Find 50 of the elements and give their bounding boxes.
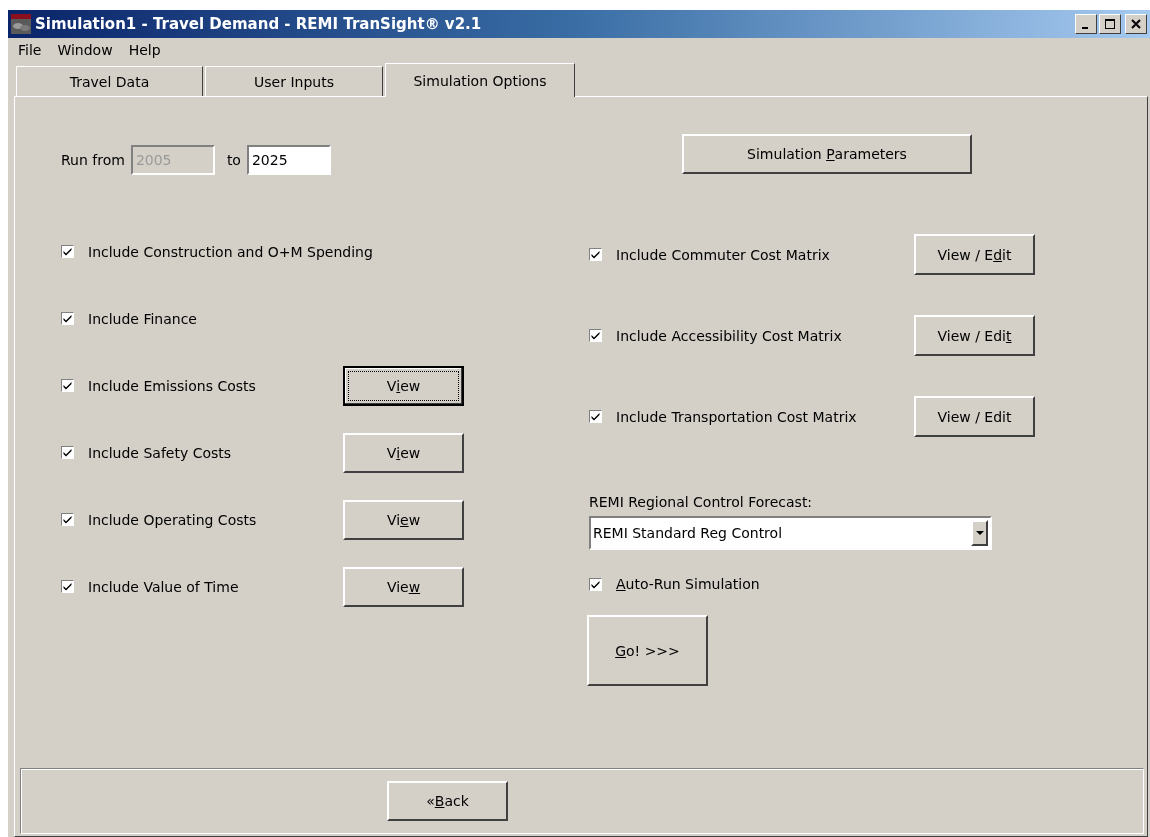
view-button[interactable]: View [343, 432, 464, 473]
menu-item[interactable]: Help [120, 42, 169, 58]
view-button[interactable]: View / Edit [914, 315, 1035, 356]
view-button[interactable]: View [343, 499, 464, 540]
tab[interactable]: Travel Data [16, 66, 203, 96]
checkbox-label: Include Construction and O+M Spending [88, 243, 373, 260]
checkbox[interactable] [589, 248, 602, 261]
menu-item[interactable]: File [10, 42, 50, 58]
forecast-label: REMI Regional Control Forecast: [589, 494, 814, 510]
checkbox-label: Include Operating Costs [88, 511, 257, 528]
checkbox-label: Include Finance [88, 310, 197, 327]
back-button[interactable]: «Back [387, 781, 508, 821]
checkbox[interactable] [61, 513, 74, 526]
minimize-button[interactable] [1075, 14, 1097, 34]
close-button[interactable] [1125, 14, 1147, 34]
run-from-label: Run from [61, 152, 125, 168]
checkbox-label: Auto-Run Simulation [616, 576, 760, 592]
maximize-button[interactable] [1099, 14, 1121, 34]
checkbox-label: Include Emissions Costs [88, 377, 256, 394]
view-button[interactable]: View [343, 365, 464, 406]
caret-icon [971, 520, 988, 546]
to-label: to [226, 152, 241, 168]
checkbox[interactable] [589, 329, 602, 342]
checkbox-label: Include Commuter Cost Matrix [616, 246, 830, 263]
checkbox[interactable] [61, 312, 74, 325]
tab[interactable]: Simulation Options [385, 63, 575, 97]
window-title: Simulation1 - Travel Demand - REMI TranSight® v2.1 [35, 15, 483, 33]
tab[interactable]: User Inputs [205, 66, 383, 96]
view-button[interactable]: View / Edit [914, 396, 1035, 437]
forecast-dropdown[interactable]: REMI Standard Reg Control [589, 516, 992, 550]
checkbox-label: Include Value of Time [88, 578, 239, 595]
checkbox-label: Include Accessibility Cost Matrix [616, 327, 842, 344]
checkbox-label: Include Safety Costs [88, 444, 232, 461]
simulation-parameters-button[interactable]: Simulation Parameters [682, 134, 972, 174]
go-button[interactable]: Go! >>> [587, 615, 708, 686]
view-button[interactable]: View [343, 566, 464, 607]
minimize-icon [1082, 26, 1088, 29]
close-icon [1131, 19, 1141, 29]
app-icon [11, 14, 31, 34]
checkbox[interactable] [61, 580, 74, 593]
menu-item[interactable]: Window [49, 42, 121, 58]
checkbox[interactable] [61, 379, 74, 392]
checkbox[interactable] [589, 410, 602, 423]
checkbox[interactable] [61, 245, 74, 258]
checkbox-label: Include Transportation Cost Matrix [616, 408, 857, 425]
checkbox[interactable] [589, 577, 602, 591]
year-field[interactable]: 2025 [246, 145, 331, 175]
view-button[interactable]: View / Edit [914, 234, 1035, 275]
checkbox[interactable] [61, 446, 74, 459]
maximize-icon [1105, 19, 1115, 29]
